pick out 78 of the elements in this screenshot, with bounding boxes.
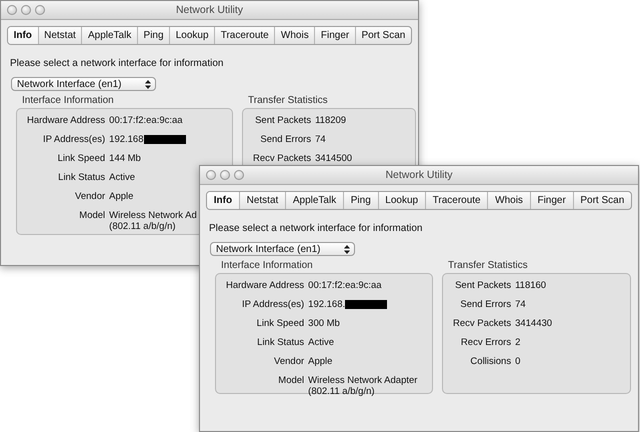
tab[interactable]: Lookup <box>378 192 426 209</box>
field-value: 0 <box>515 356 520 367</box>
tab[interactable]: Info <box>8 27 39 44</box>
field-label: Send Errors <box>459 299 512 310</box>
prompt-text: Please select a network interface for information <box>209 223 424 234</box>
prompt-text: Please select a network interface for information <box>10 58 224 69</box>
zoom-button[interactable] <box>234 170 244 180</box>
field-label: Hardware Address <box>27 115 106 126</box>
field-label: Link Speed <box>56 153 106 164</box>
tab[interactable]: Ping <box>344 192 379 209</box>
field-label: Vendor <box>74 191 106 202</box>
interface-popup[interactable]: Network Interface (en1) <box>11 77 156 91</box>
field-label: IP Address(es) <box>42 134 106 145</box>
field-label: Link Speed <box>256 318 304 329</box>
field-label: Hardware Address <box>226 280 304 291</box>
tab[interactable]: Port Scan <box>356 27 411 44</box>
field-label: Sent Packets <box>454 280 512 291</box>
tab[interactable]: Finger <box>530 192 574 209</box>
field-label: IP Address(es) <box>241 299 304 310</box>
tab[interactable]: Info <box>207 192 240 209</box>
group-title: Transfer Statistics <box>447 260 529 271</box>
field-value: 74 <box>515 299 526 310</box>
field-label: Vendor <box>273 356 304 367</box>
stepper-icon <box>344 244 350 254</box>
field-value: 3414430 <box>515 318 552 329</box>
field-value: 3414500 <box>315 153 352 164</box>
tab[interactable]: Traceroute <box>426 192 488 209</box>
tab[interactable]: Netstat <box>38 27 82 44</box>
field-value: 118160 <box>515 280 546 291</box>
field-value: 192.168. <box>308 299 346 310</box>
close-button[interactable] <box>206 170 216 180</box>
tab[interactable]: Whois <box>488 192 531 209</box>
window-title: Network Utility <box>176 4 244 16</box>
tab[interactable]: Finger <box>315 27 356 44</box>
tab[interactable]: Netstat <box>240 192 286 209</box>
field-value: (802.11 a/b/g/n) <box>308 386 376 397</box>
tab[interactable]: Traceroute <box>215 27 276 44</box>
field-value: Apple <box>109 191 134 202</box>
minimize-button[interactable] <box>21 5 31 15</box>
field-value: 00:17:f2:ea:9c:aa <box>308 280 382 291</box>
field-label: Link Status <box>57 172 106 183</box>
field-label: Model <box>78 210 106 223</box>
field-value: 192.168 <box>109 134 144 145</box>
tab[interactable]: AppleTalk <box>286 192 344 209</box>
tab[interactable]: Ping <box>138 27 170 44</box>
field-label: Link Status <box>256 337 304 348</box>
tab[interactable]: AppleTalk <box>82 27 138 44</box>
field-value: 144 Mb <box>109 153 141 164</box>
tab[interactable]: Whois <box>275 27 316 44</box>
field-value: 74 <box>315 134 326 145</box>
stepper-icon <box>145 80 151 88</box>
field-label: Collisions <box>469 356 512 367</box>
group-title: Interface Information <box>220 260 314 271</box>
field-label: Recv Errors <box>460 337 512 348</box>
field-label: Send Errors <box>259 134 312 145</box>
field-value: (802.11 a/b/g/n) <box>109 221 177 232</box>
field-label: Recv Packets <box>253 153 312 164</box>
tab[interactable]: Port Scan <box>574 192 631 209</box>
field-value: Wireless Network Ad <box>109 210 197 221</box>
field-value: Active <box>109 172 136 183</box>
field-label: Model <box>277 375 304 388</box>
group-title: Interface Information <box>21 95 115 106</box>
field-value: Wireless Network Adapter <box>308 375 418 386</box>
minimize-button[interactable] <box>220 170 230 180</box>
field-value: Active <box>308 337 334 348</box>
tab[interactable]: Lookup <box>170 27 216 44</box>
field-value: 00:17:f2:ea:9c:aa <box>109 115 183 126</box>
group-title: Transfer Statistics <box>247 95 329 106</box>
field-value: Apple <box>308 356 332 367</box>
field-label: Sent Packets <box>254 115 312 126</box>
field-label: Recv Packets <box>453 318 512 329</box>
close-button[interactable] <box>7 5 17 15</box>
zoom-button[interactable] <box>35 5 45 15</box>
field-value: 118209 <box>315 115 346 126</box>
field-value: 300 Mb <box>308 318 340 329</box>
window-title: Network Utility <box>385 169 453 181</box>
interface-popup[interactable]: Network Interface (en1) <box>210 242 355 256</box>
field-value: 2 <box>515 337 520 348</box>
